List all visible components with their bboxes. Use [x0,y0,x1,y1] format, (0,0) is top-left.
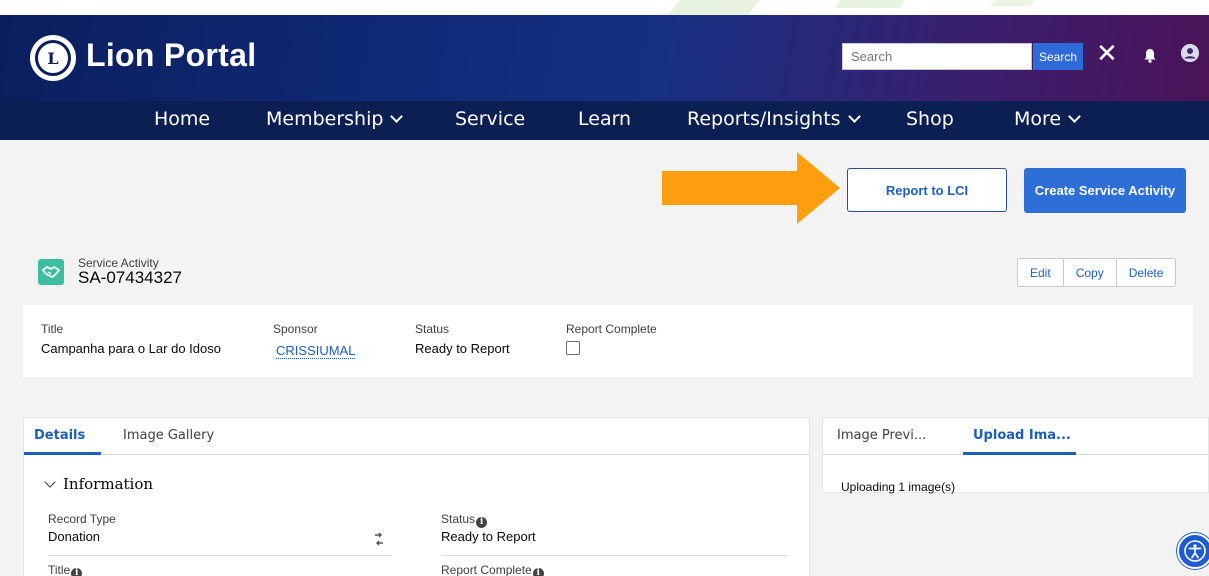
search-button[interactable]: Search [1033,43,1083,70]
highlight-title: Title Campanha para o Lar do Idoso [41,322,221,356]
details-status-label-text: Status [441,512,476,526]
nav-home-label: Home [154,108,211,130]
details-report-complete-label-text: Report Complete [441,563,532,576]
highlight-report-complete-label: Report Complete [566,322,657,336]
change-record-type-icon[interactable] [372,532,386,546]
edit-button[interactable]: Edit [1018,259,1063,286]
nav-service-label: Service [455,108,526,130]
tab-image-gallery[interactable]: Image Gallery [123,428,214,443]
nav-more[interactable]: More [1014,108,1081,130]
nav-reports-label: Reports/Insights [687,108,841,130]
details-status-label: Status i [441,512,488,528]
close-icon[interactable]: ✕ [1096,39,1118,69]
nav-membership-label: Membership [266,108,384,130]
nav-membership[interactable]: Membership [266,108,404,130]
details-status-value: Ready to Report [441,529,536,544]
tab-upload-image[interactable]: Upload Ima... [973,428,1071,443]
chevron-down-icon [44,476,56,488]
field-divider [48,555,392,556]
details-report-complete-label: Report Complete i [441,563,544,576]
nav-home[interactable]: Home [154,108,210,130]
highlight-status: Status Ready to Report [415,322,510,356]
nav-service[interactable]: Service [455,108,525,130]
sponsor-link[interactable]: CRISSIUMAL [276,341,356,359]
logo-mark: L [35,40,71,76]
info-icon[interactable]: i [532,568,544,576]
details-tabs: Details Image Gallery [24,418,809,455]
info-icon[interactable]: i [476,517,488,528]
details-title-label-text: Title [48,563,71,576]
copy-button[interactable]: Copy [1062,259,1116,286]
active-tab-indicator [963,452,1076,455]
highlight-sponsor-label: Sponsor [273,322,318,336]
record-type-label: Record Type [48,512,116,526]
chevron-down-icon [847,110,861,123]
main-nav: Home Membership Service Learn Reports/In… [0,101,1209,140]
top-strip [0,0,1209,15]
decorative-green-stripe [668,0,1035,15]
upload-status-message: Uploading 1 image(s) [841,480,956,494]
nav-shop-label: Shop [906,108,954,130]
create-service-activity-button[interactable]: Create Service Activity [1024,168,1186,213]
chevron-down-icon [390,110,404,123]
handshake-icon [38,259,64,285]
report-complete-checkbox[interactable] [566,341,580,355]
record-action-buttons: Edit Copy Delete [1017,258,1177,287]
details-card: Details Image Gallery Information Record… [23,417,810,576]
highlight-title-value: Campanha para o Lar do Idoso [41,341,221,356]
field-divider [441,555,787,556]
nav-more-label: More [1014,108,1062,130]
nav-learn[interactable]: Learn [578,108,631,130]
search-input[interactable] [842,43,1032,70]
report-to-lci-button[interactable]: Report to LCI [847,168,1007,212]
delete-button[interactable]: Delete [1115,259,1176,286]
accessibility-button[interactable] [1177,533,1209,569]
details-title-label: Title i [48,563,83,576]
image-upload-card: Image Previ... Upload Ima... Uploading 1… [822,417,1209,494]
record-id: SA-07434327 [78,268,182,287]
nav-shop[interactable]: Shop [906,108,954,130]
orange-arrow-annotation [662,152,840,224]
site-header: L Lion Portal Search ✕ [0,15,1209,101]
info-icon[interactable]: i [71,568,83,576]
record-type-value: Donation [48,529,101,544]
nav-learn-label: Learn [578,108,632,130]
active-tab-indicator [24,452,101,455]
highlight-status-value: Ready to Report [415,341,510,356]
highlights-panel: Title Campanha para o Lar do Idoso Spons… [23,305,1193,377]
tab-image-preview[interactable]: Image Previ... [837,428,926,443]
brand-name[interactable]: Lion Portal [86,37,256,74]
highlight-status-label: Status [415,322,450,336]
image-tabs: Image Previ... Upload Ima... [823,418,1208,455]
page: L Lion Portal Search ✕ Home Membership S… [0,0,1209,576]
user-avatar-icon[interactable] [1181,44,1199,62]
tab-details[interactable]: Details [34,428,85,443]
highlight-report-complete: Report Complete [566,322,657,355]
accessibility-icon [1184,540,1206,562]
lions-logo-icon[interactable]: L [30,35,76,81]
section-title: Information [63,475,154,493]
highlight-sponsor: Sponsor CRISSIUMAL [273,322,356,360]
bell-icon[interactable] [1143,48,1157,63]
chevron-down-icon [1068,110,1081,123]
highlight-title-label: Title [41,322,64,336]
section-information-toggle[interactable]: Information [44,475,154,493]
nav-reports-insights[interactable]: Reports/Insights [687,108,861,130]
